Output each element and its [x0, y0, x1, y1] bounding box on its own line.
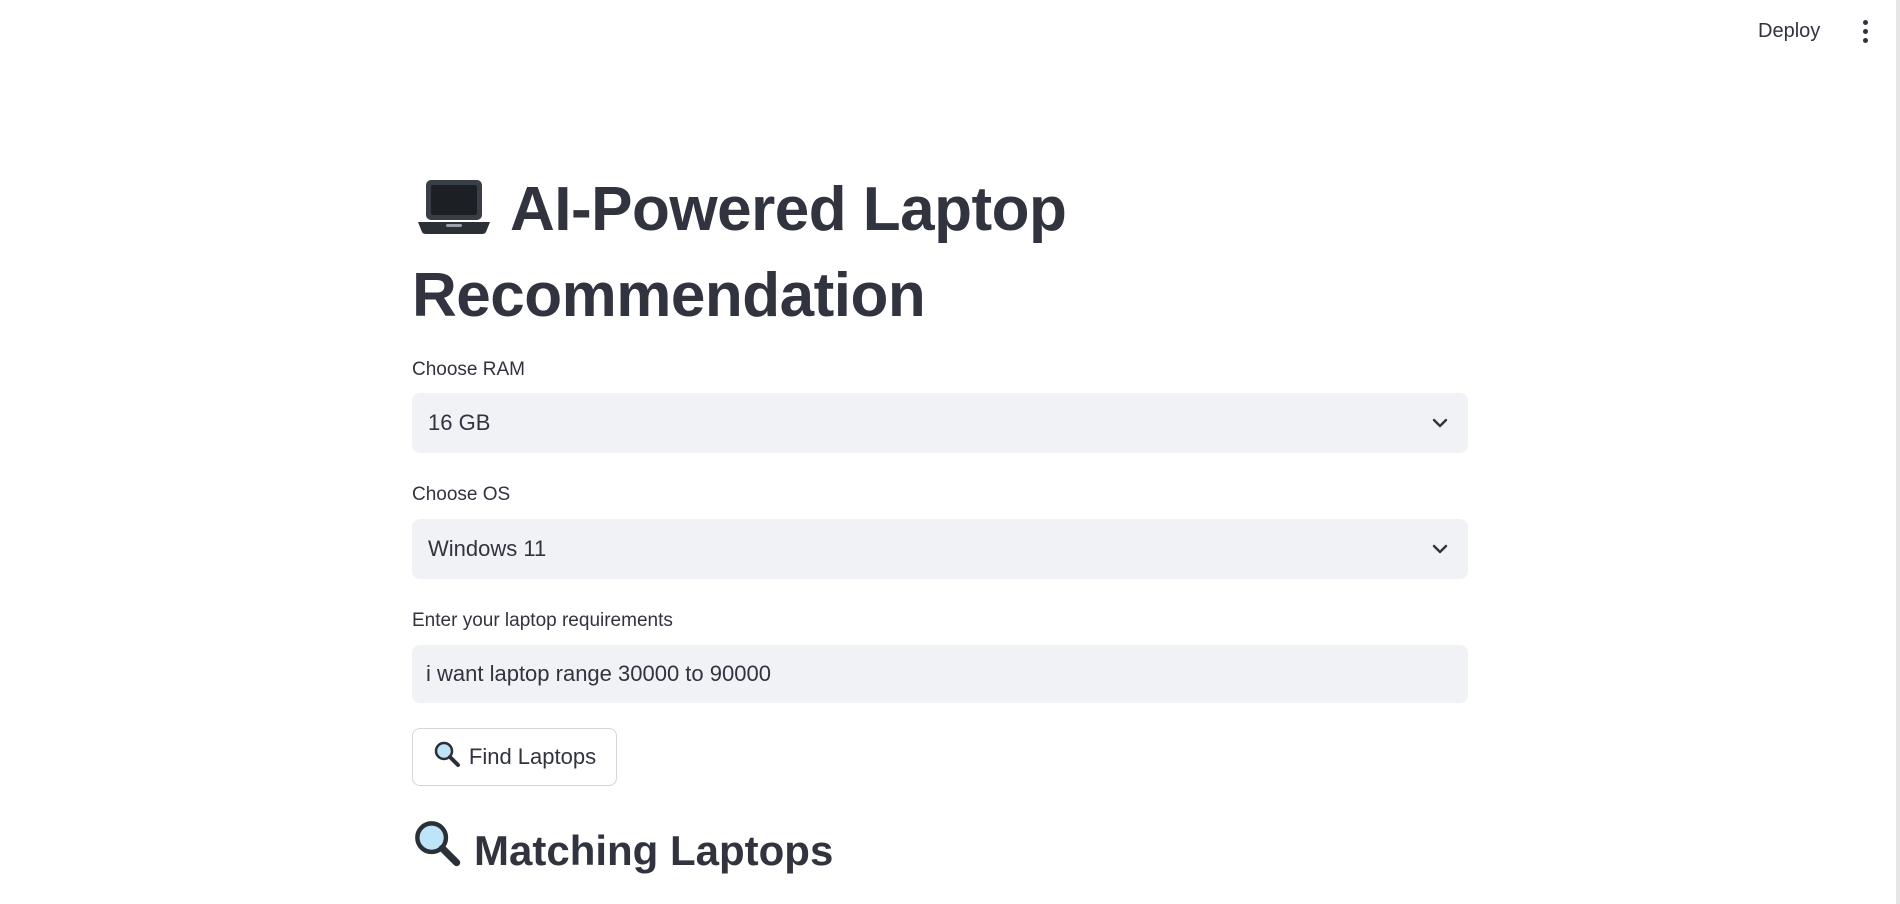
chevron-down-icon [1430, 413, 1450, 439]
vertical-ellipsis-dot [1862, 37, 1868, 43]
main-menu-button[interactable] [1850, 13, 1880, 49]
os-label: Choose OS [412, 484, 511, 505]
requirements-label: Enter your laptop requirements [412, 610, 673, 631]
laptop-icon [416, 176, 492, 256]
requirements-input[interactable] [412, 645, 1468, 703]
page-title: AI-Powered Laptop Recommendation [412, 170, 1468, 336]
find-laptops-label: Find Laptops [468, 744, 597, 769]
results-heading-text: Matching Laptops [474, 827, 834, 874]
deploy-button[interactable]: Deploy [1746, 13, 1832, 49]
magnifier-icon [433, 740, 461, 774]
results-heading: Matching Laptops [412, 818, 833, 884]
page-title-text: AI-Powered Laptop Recommendation [412, 175, 1067, 330]
scrollbar[interactable] [1896, 0, 1900, 904]
os-select[interactable]: Windows 11 [412, 519, 1468, 579]
find-laptops-button[interactable]: Find Laptops [412, 728, 617, 786]
magnifier-icon [412, 818, 462, 884]
chevron-down-icon [1430, 539, 1450, 565]
ram-select[interactable]: 16 GB [412, 393, 1468, 453]
app-header: Deploy [0, 0, 1896, 62]
os-selected-value: Windows 11 [428, 536, 547, 561]
vertical-ellipsis-icon [1862, 19, 1868, 25]
vertical-ellipsis-dot [1862, 28, 1868, 34]
ram-label: Choose RAM [412, 359, 525, 380]
ram-selected-value: 16 GB [428, 410, 491, 435]
